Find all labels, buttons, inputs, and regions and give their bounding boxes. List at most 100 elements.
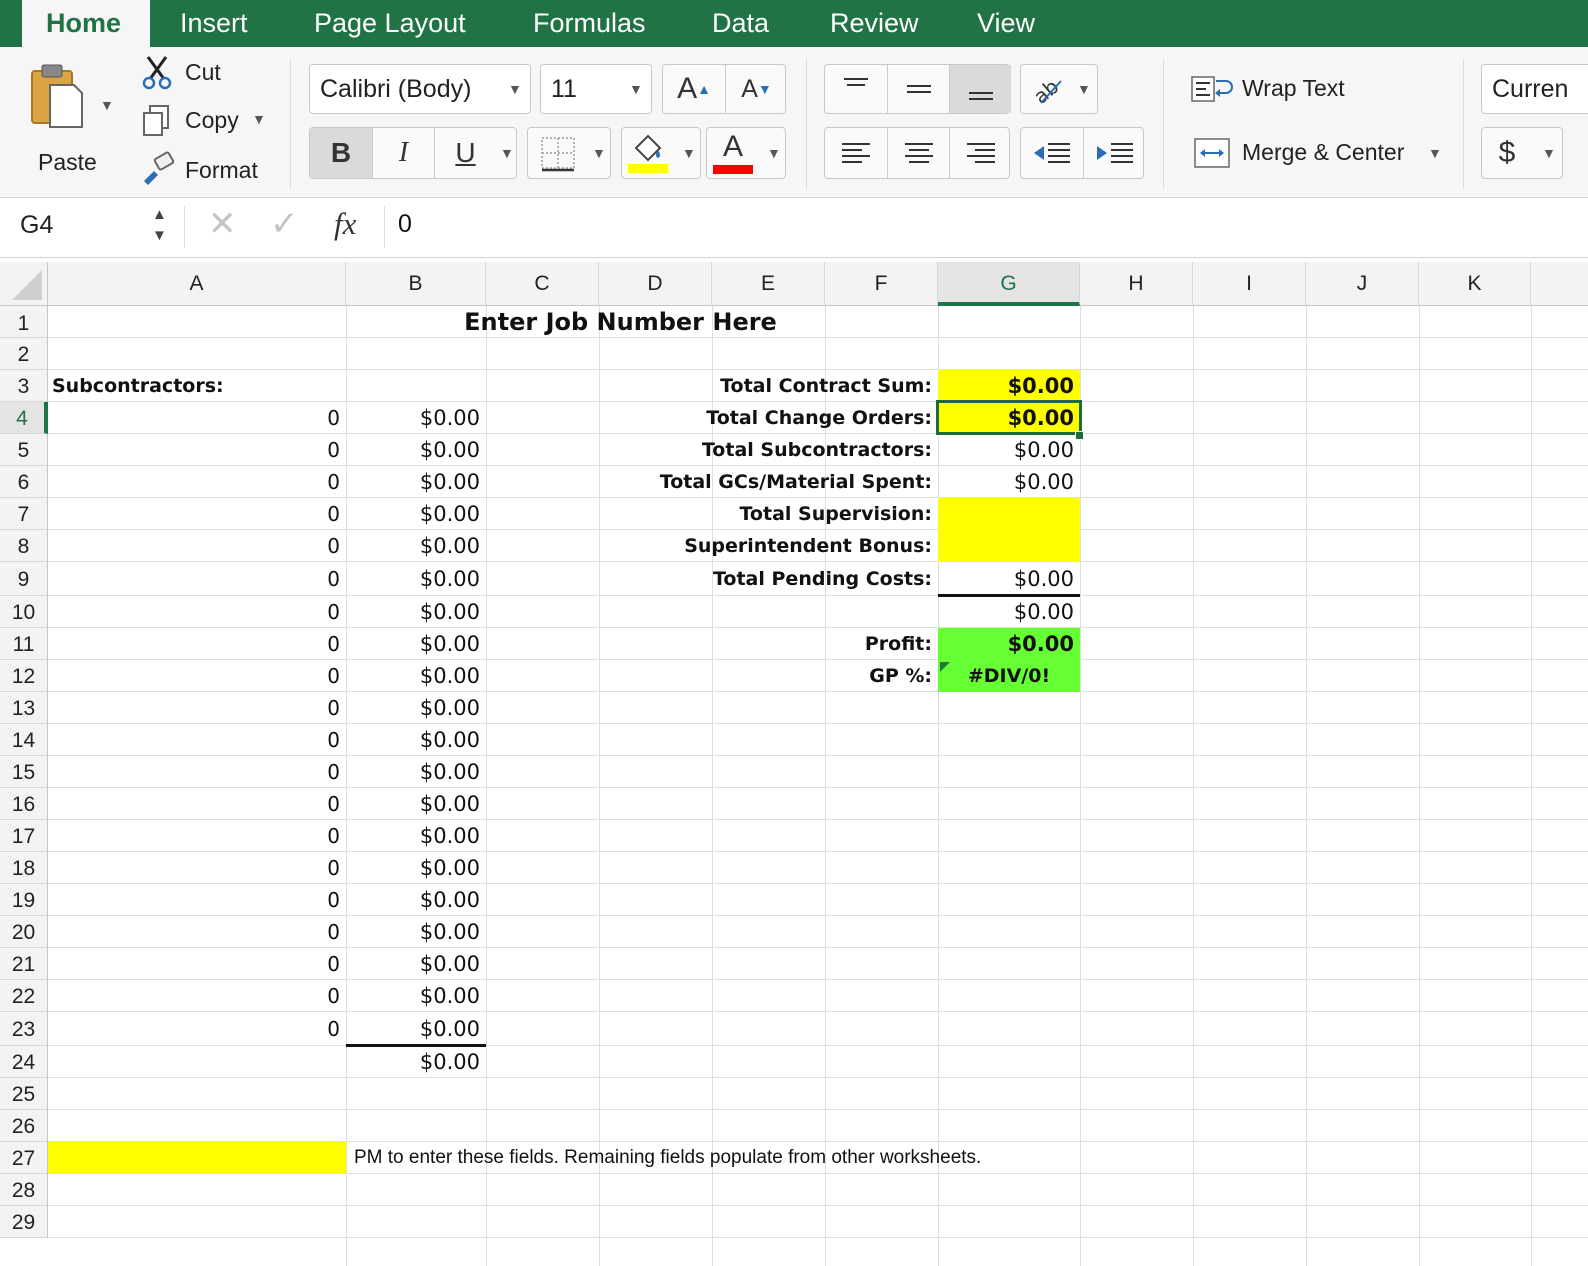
row-header-8[interactable]: 8	[0, 530, 48, 562]
row-header-24[interactable]: 24	[0, 1046, 48, 1078]
subcontractor-amount-cell[interactable]: $0.00	[346, 530, 486, 562]
align-bottom-icon[interactable]	[949, 65, 1011, 113]
tab-page-layout[interactable]: Page Layout	[314, 0, 466, 47]
row-header-13[interactable]: 13	[0, 692, 48, 724]
row-header-2[interactable]: 2	[0, 338, 48, 370]
tab-formulas[interactable]: Formulas	[533, 0, 646, 47]
subcontractor-amount-cell[interactable]: $0.00	[346, 1012, 486, 1046]
column-header-e[interactable]: E	[712, 262, 825, 306]
tab-insert[interactable]: Insert	[180, 0, 248, 47]
align-top-icon[interactable]	[825, 65, 887, 113]
row-header-7[interactable]: 7	[0, 498, 48, 530]
paste-dropdown-icon[interactable]: ▼	[100, 97, 114, 113]
subcontractor-amount-cell[interactable]: $0.00	[346, 820, 486, 852]
cancel-entry-icon[interactable]: ✕	[208, 204, 237, 244]
borders-button[interactable]: ▼	[527, 127, 611, 179]
select-all-corner[interactable]	[0, 262, 48, 306]
increase-indent-icon[interactable]	[1083, 128, 1145, 178]
underline-button[interactable]: U	[434, 128, 496, 178]
subcontractor-amount-cell[interactable]: $0.00	[346, 724, 486, 756]
subcontractor-name-cell[interactable]: 0	[48, 1012, 346, 1046]
column-header-d[interactable]: D	[599, 262, 712, 306]
subcontractor-name-cell[interactable]: 0	[48, 820, 346, 852]
underline-dropdown-icon[interactable]: ▼	[500, 145, 514, 161]
orientation-button[interactable]: ab ▼	[1020, 64, 1098, 114]
subcontractor-name-cell[interactable]: 0	[48, 948, 346, 980]
row-header-15[interactable]: 15	[0, 756, 48, 788]
subcontractor-name-cell[interactable]: 0	[48, 530, 346, 562]
summary-value-cell[interactable]: $0.00	[938, 402, 1080, 434]
row-header-20[interactable]: 20	[0, 916, 48, 948]
align-middle-icon[interactable]	[887, 65, 949, 113]
subcontractor-name-cell[interactable]: 0	[48, 916, 346, 948]
tab-view[interactable]: View	[977, 0, 1035, 47]
row-header-11[interactable]: 11	[0, 628, 48, 660]
subcontractor-amount-cell[interactable]: $0.00	[346, 660, 486, 692]
subcontractor-name-cell[interactable]: 0	[48, 852, 346, 884]
merge-center-dropdown-icon[interactable]: ▼	[1428, 145, 1442, 161]
align-right-icon[interactable]	[949, 128, 1011, 178]
row-header-9[interactable]: 9	[0, 562, 48, 596]
decrease-indent-icon[interactable]	[1021, 128, 1083, 178]
subcontractor-amount-cell[interactable]: $0.00	[346, 466, 486, 498]
name-box-stepper-icon[interactable]: ▲ ▼	[152, 204, 167, 246]
summary-value-cell[interactable]: $0.00	[938, 434, 1080, 466]
column-header-h[interactable]: H	[1080, 262, 1193, 306]
subcontractor-amount-cell[interactable]: $0.00	[346, 692, 486, 724]
column-header-k[interactable]: K	[1419, 262, 1531, 306]
row-header-18[interactable]: 18	[0, 852, 48, 884]
row-header-26[interactable]: 26	[0, 1110, 48, 1142]
subcontractor-name-cell[interactable]: 0	[48, 724, 346, 756]
number-format-select[interactable]: Curren	[1481, 64, 1588, 114]
profit-value-cell[interactable]: $0.00	[938, 628, 1080, 660]
column-header-i[interactable]: I	[1193, 262, 1306, 306]
row-header-16[interactable]: 16	[0, 788, 48, 820]
row-header-28[interactable]: 28	[0, 1174, 48, 1206]
subcontractor-amount-cell[interactable]: $0.00	[346, 980, 486, 1012]
row-header-22[interactable]: 22	[0, 980, 48, 1012]
subcontractor-name-cell[interactable]: 0	[48, 628, 346, 660]
tab-data[interactable]: Data	[712, 0, 769, 47]
column-header-c[interactable]: C	[486, 262, 599, 306]
name-box[interactable]: G4	[20, 211, 140, 245]
subcontractor-name-cell[interactable]: 0	[48, 692, 346, 724]
row-header-4[interactable]: 4	[0, 402, 48, 434]
summary-value-cell[interactable]	[938, 498, 1080, 530]
subcontractor-name-cell[interactable]: 0	[48, 756, 346, 788]
row-header-19[interactable]: 19	[0, 884, 48, 916]
subcontractor-name-cell[interactable]: 0	[48, 562, 346, 596]
column-header-a[interactable]: A	[48, 262, 346, 306]
cut-button[interactable]: Cut	[140, 55, 270, 91]
align-center-icon[interactable]	[887, 128, 949, 178]
row-header-12[interactable]: 12	[0, 660, 48, 692]
column-header-j[interactable]: J	[1306, 262, 1419, 306]
subcontractor-amount-cell[interactable]: $0.00	[346, 916, 486, 948]
worksheet-grid[interactable]: A B C D E F G H I J K 1 2 3 4 5 6 7 8 9 10 11 12 13 1…	[0, 262, 1588, 1266]
increase-font-size-icon[interactable]: A ▲	[663, 65, 725, 113]
summary-value-cell[interactable]: $0.00	[938, 562, 1080, 596]
subcontractor-name-cell[interactable]: 0	[48, 788, 346, 820]
row-header-27[interactable]: 27	[0, 1142, 48, 1174]
gp-value-cell[interactable]: #DIV/0!	[938, 660, 1080, 692]
font-size-select[interactable]: 11 ▼	[540, 64, 652, 114]
fill-handle[interactable]	[1075, 431, 1084, 440]
row-header-29[interactable]: 29	[0, 1206, 48, 1238]
merge-center-button[interactable]: Merge & Center ▼	[1190, 133, 1450, 177]
subcontractor-amount-cell[interactable]: $0.00	[346, 402, 486, 434]
accounting-format-button[interactable]: $ ▼	[1481, 127, 1563, 179]
column-header-b[interactable]: B	[346, 262, 486, 306]
insert-function-button[interactable]: fx	[334, 206, 356, 242]
row-header-17[interactable]: 17	[0, 820, 48, 852]
italic-button[interactable]: I	[372, 128, 434, 178]
decrease-font-size-icon[interactable]: A ▼	[725, 65, 787, 113]
row-header-23[interactable]: 23	[0, 1012, 48, 1046]
subcontractor-name-cell[interactable]: 0	[48, 434, 346, 466]
subcontractor-amount-cell[interactable]: $0.00	[346, 948, 486, 980]
subcontractor-amount-cell[interactable]: $0.00	[346, 756, 486, 788]
subcontractor-amount-cell[interactable]: $0.00	[346, 596, 486, 628]
column-header-f[interactable]: F	[825, 262, 938, 306]
copy-dropdown-icon[interactable]: ▼	[252, 111, 266, 127]
row-header-6[interactable]: 6	[0, 466, 48, 498]
format-painter-button[interactable]: Format	[140, 151, 270, 189]
row-header-10[interactable]: 10	[0, 596, 48, 628]
